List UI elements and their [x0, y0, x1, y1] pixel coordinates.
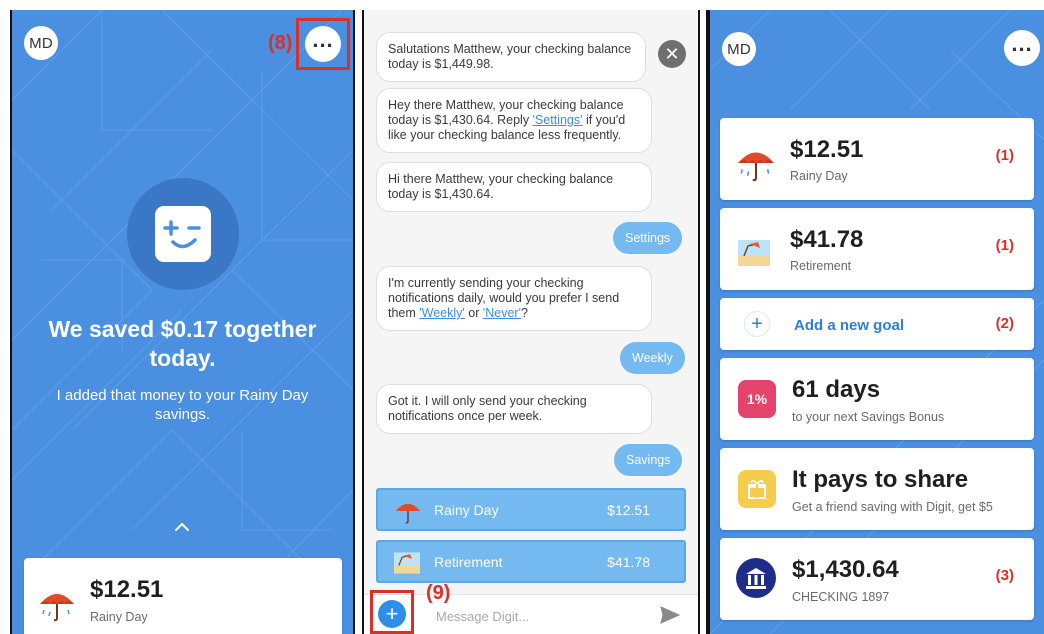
card-label: Rainy Day [790, 169, 848, 183]
profile-avatar[interactable]: MD [24, 26, 58, 60]
goal-option-rainy-day[interactable]: Rainy Day $12.51 [376, 488, 686, 531]
gift-icon [738, 470, 776, 508]
mascot-circle [127, 178, 239, 290]
message-text: or [464, 306, 483, 320]
percent-badge-icon: 1% [738, 380, 776, 418]
beach-icon [394, 552, 420, 574]
goal-value: $12.51 [607, 502, 650, 518]
plus-icon: + [744, 311, 770, 337]
profile-avatar[interactable]: MD [722, 32, 756, 66]
savings-subline: I added that money to your Rainy Day sav… [56, 387, 309, 423]
add-goal-card[interactable]: + Add a new goal (2) [720, 298, 1034, 350]
card-label: Retirement [790, 259, 852, 273]
goal-label: Rainy Day [434, 502, 499, 518]
bot-message: Hey there Matthew, your checking balance… [376, 88, 652, 153]
bonus-title: 61 days [792, 376, 881, 403]
user-reply: Weekly [620, 342, 685, 374]
share-card[interactable]: It pays to share Get a friend saving wit… [720, 448, 1034, 530]
checking-card[interactable]: $1,430.64 CHECKING 1897 (3) [720, 538, 1034, 620]
bonus-subtitle: to your next Savings Bonus [792, 410, 945, 424]
bot-message: Hi there Matthew, your checking balance … [376, 162, 652, 212]
send-icon[interactable] [660, 606, 680, 624]
rainy-day-card[interactable]: $12.51 Rainy Day [24, 558, 342, 634]
umbrella-icon [40, 594, 74, 622]
umbrella-icon [738, 152, 774, 182]
checking-label: CHECKING 1897 [792, 590, 890, 604]
goal-label: Retirement [434, 554, 503, 570]
annotation-8-label: (8) [268, 32, 293, 54]
umbrella-icon [395, 503, 421, 524]
ellipsis-icon: ... [312, 26, 334, 52]
goal-value: $41.78 [607, 554, 650, 570]
share-subtitle: Get a friend saving with Digit, get $5 [792, 500, 993, 514]
add-goal-label: Add a new goal [794, 317, 905, 334]
settings-link[interactable]: 'Settings' [533, 113, 583, 127]
rainy-day-card[interactable]: $12.51 Rainy Day (1) [720, 118, 1034, 200]
bank-icon [736, 558, 776, 598]
dashboard-screen: MD ... $12.51 Rainy Day (1) $41.78 Retir… [710, 10, 1044, 634]
plus-icon[interactable]: + [378, 600, 406, 628]
annotation-2-label: (2) [995, 315, 1014, 332]
bot-message: I'm currently sending your checking noti… [376, 266, 652, 331]
user-reply: Savings [614, 444, 683, 476]
savings-bonus-card[interactable]: 1% 61 days to your next Savings Bonus [720, 358, 1034, 440]
bot-message: Salutations Matthew, your checking balan… [376, 32, 646, 82]
annotation-9-label: (9) [426, 582, 451, 604]
retirement-card[interactable]: $41.78 Retirement (1) [720, 208, 1034, 290]
message-text: ? [520, 306, 528, 320]
card-amount: $12.51 [790, 136, 864, 163]
home-screen: MD (8) ... We saved $0.17 together today… [12, 10, 353, 634]
annotation-1-label: (1) [995, 147, 1014, 164]
chat-button[interactable]: ... [305, 26, 341, 62]
goal-option-retirement[interactable]: Retirement $41.78 [376, 540, 686, 583]
share-title: It pays to share [792, 466, 969, 493]
close-icon[interactable]: ✕ [658, 40, 686, 68]
wink-face-icon [155, 206, 211, 262]
weekly-link[interactable]: 'Weekly' [419, 306, 465, 320]
annotation-3-label: (3) [995, 567, 1014, 584]
card-label: Rainy Day [90, 610, 148, 624]
savings-headline: We saved $0.17 together today. [48, 316, 317, 371]
chat-button[interactable]: ... [1004, 30, 1040, 66]
chevron-up-icon[interactable] [174, 522, 190, 532]
card-amount: $12.51 [90, 576, 164, 603]
annotation-1-label: (1) [995, 237, 1014, 254]
chat-screen: Salutations Matthew, your checking balan… [364, 10, 698, 634]
card-amount: $41.78 [790, 226, 864, 253]
beach-icon [738, 240, 770, 266]
never-link[interactable]: 'Never' [483, 306, 521, 320]
message-input[interactable] [436, 606, 646, 626]
checking-balance: $1,430.64 [792, 556, 899, 583]
user-reply: Settings [613, 222, 683, 254]
bot-message: Got it. I will only send your checking n… [376, 384, 652, 434]
ellipsis-icon: ... [1011, 30, 1033, 56]
